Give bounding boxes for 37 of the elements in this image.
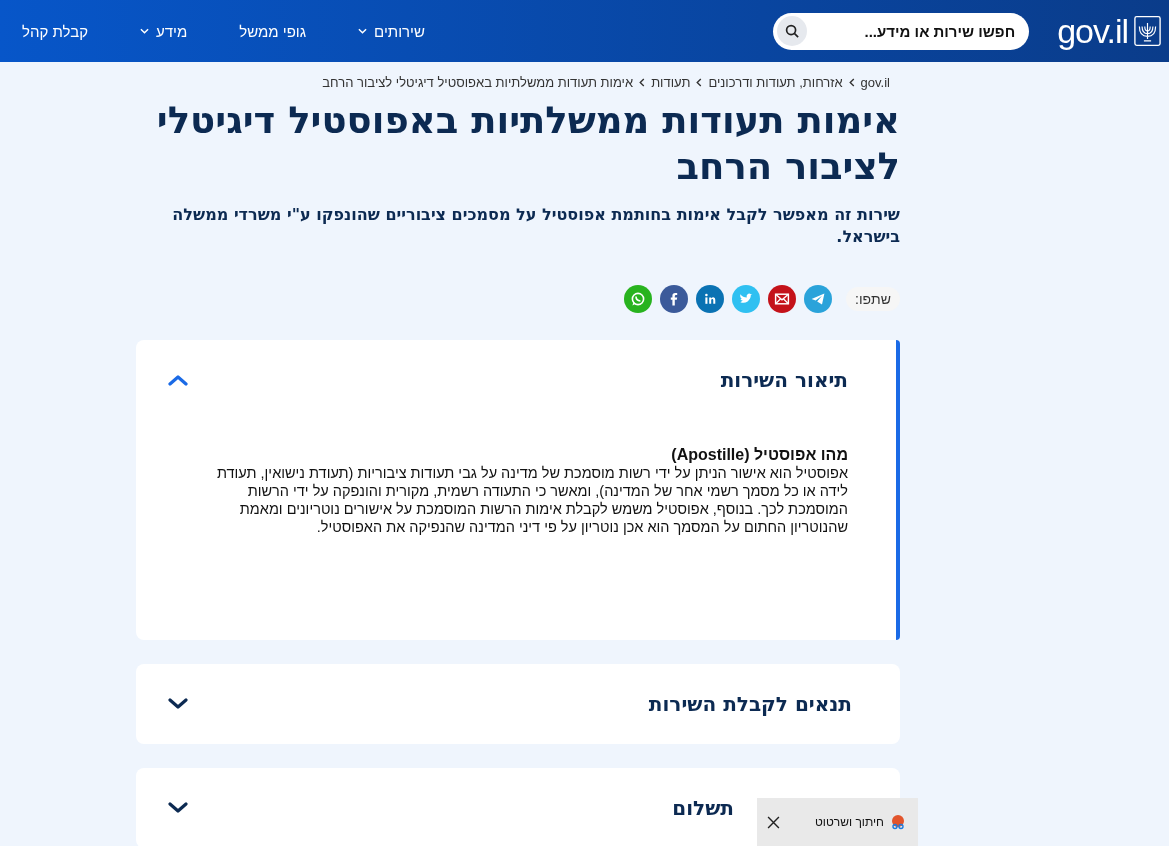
body-paragraph: שהנוטריון החתום על המסמך הוא אכן נוטריון על פי דיני המדינה שהנפיקה את האפוסטיל. — [315, 518, 848, 536]
close-icon[interactable] — [767, 815, 780, 829]
linkedin-icon[interactable] — [696, 285, 725, 313]
search-field[interactable]: חפשו שירות או מידע... — [773, 12, 1030, 50]
caret-icon — [140, 28, 149, 34]
nav-link[interactable]: גופי ממשל — [239, 22, 307, 40]
search-icon — [784, 23, 800, 39]
chevron-icon — [848, 77, 855, 87]
page-subtitle: שירות זה מאפשר לקבל אימות בחותמת אפוסטיל על מסמכים ציבוריים שהונפקו ע"י משרדי ממשלה בישראל. — [171, 204, 900, 248]
snip-sketch-notification[interactable]: חיתוך ושרטוט — [757, 798, 918, 846]
site-logo[interactable]: gov.il — [1057, 11, 1128, 51]
facebook-icon[interactable] — [660, 285, 689, 313]
chevron-down-icon — [168, 698, 188, 710]
chevron-icon — [696, 77, 703, 87]
accordion-header[interactable]: תנאים לקבלת השירות — [136, 664, 900, 744]
body-paragraph: אפוסטיל הוא אישור הניתן על ידי רשות מוסמכת של מדינה על גבי תעודות ציבוריות (תעודת נישואין, תעודת לידה או כל מסמך רשמי אחר של המדינה), ומאשר כי התעודה רשמית, מקורית והונפקה על ידי הרשות המוסמכת לכך. בנוסף, אפוסטיל משמש לקבלת אימות הרשות המוסמכת על אישורים נוטריונים ומאמת — [216, 464, 848, 518]
scissors-icon — [890, 814, 906, 830]
breadcrumb-link[interactable]: אימות תעודות ממשלתיות באפוסטיל דיגיטלי לציבור הרחב — [322, 74, 634, 90]
nav-link[interactable]: מידע — [140, 22, 188, 40]
chevron-down-icon — [168, 802, 188, 814]
page-title: אימות תעודות ממשלתיות באפוסטיל דיגיטלי לציבור הרחב — [155, 98, 900, 190]
paper-plane-icon[interactable] — [804, 285, 833, 313]
notification-text: חיתוך ושרטוט — [814, 815, 884, 829]
accordion-header[interactable]: תיאור השירות — [136, 340, 896, 420]
breadcrumb-link[interactable]: אזרחות, תעודות ודרכונים — [708, 74, 843, 90]
chevron-icon — [639, 77, 646, 87]
whatsapp-icon[interactable] — [624, 285, 653, 313]
breadcrumb-link[interactable]: gov.il — [860, 74, 890, 90]
section-heading: מהו אפוסטיל (Apostille) — [670, 446, 848, 464]
breadcrumb-link[interactable]: תעודות — [651, 74, 691, 90]
emblem-icon — [1134, 15, 1161, 47]
email-icon[interactable] — [768, 285, 797, 313]
share-label: שתפו: — [846, 287, 900, 311]
nav-link[interactable]: קבלת קהל — [22, 22, 88, 40]
caret-icon — [358, 28, 368, 34]
chevron-up-icon — [168, 374, 188, 386]
nav-link[interactable]: שירותים — [358, 22, 425, 40]
